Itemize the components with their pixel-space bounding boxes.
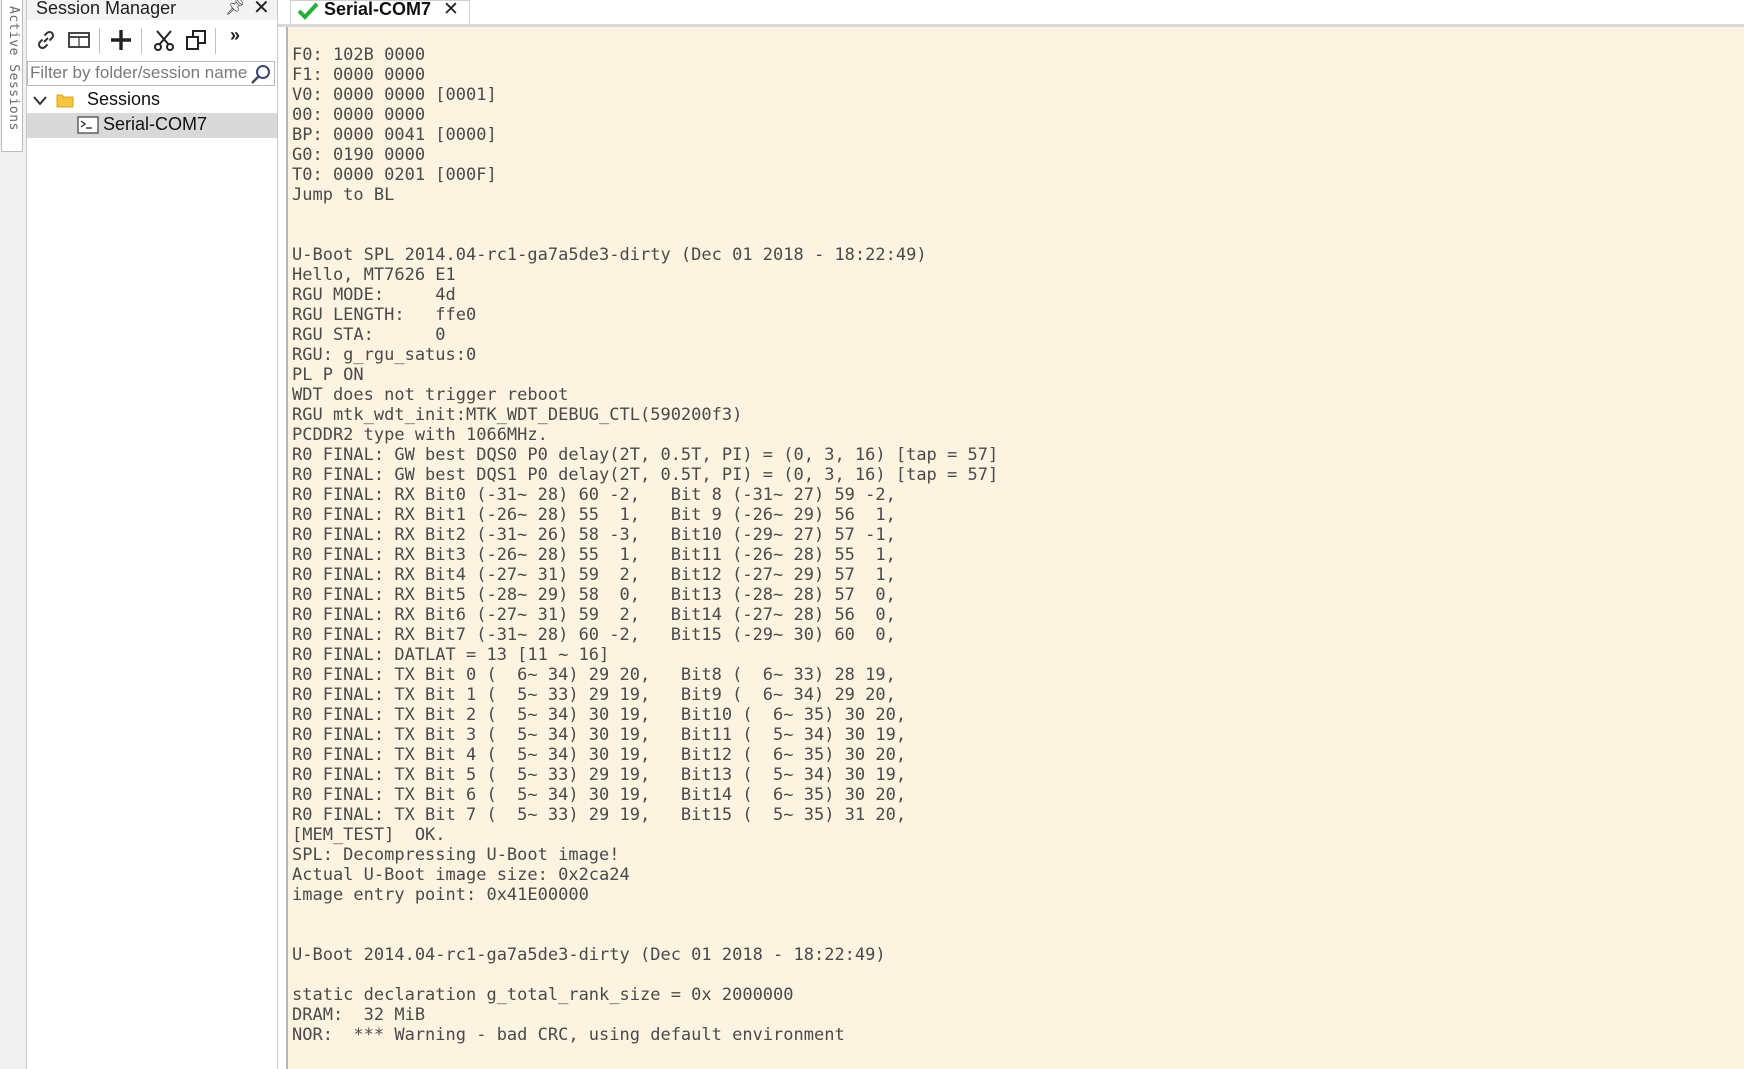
terminal-line: RGU mtk_wdt_init:MTK_WDT_DEBUG_CTL(59020… <box>292 405 743 425</box>
window-icon[interactable] <box>64 25 94 55</box>
terminal-line: image entry point: 0x41E00000 <box>292 885 589 905</box>
terminal-line: static declaration g_total_rank_size = 0… <box>292 985 794 1005</box>
terminal-line: R0 FINAL: RX Bit3 (-26~ 28) 55 1, Bit11 … <box>292 545 896 565</box>
terminal-line: BP: 0000 0041 [0000] <box>292 125 497 145</box>
pin-icon[interactable]: 📌︎ <box>225 0 245 17</box>
terminal-line: SPL: Decompressing U-Boot image! <box>292 845 620 865</box>
terminal-line: R0 FINAL: TX Bit 6 ( 5~ 34) 30 19, Bit14… <box>292 785 907 805</box>
terminal-line: NOR: *** Warning - bad CRC, using defaul… <box>292 1025 845 1045</box>
session-manager-header: Session Manager 📌︎ ✕ <box>27 0 277 20</box>
terminal-line: DRAM: 32 MiB <box>292 1005 426 1025</box>
chevron-down-icon[interactable] <box>33 94 47 112</box>
terminal-line: RGU LENGTH: ffe0 <box>292 305 477 325</box>
terminal-line: Hello, MT7626 E1 <box>292 265 456 285</box>
terminal-line: R0 FINAL: TX Bit 3 ( 5~ 34) 30 19, Bit11… <box>292 725 907 745</box>
active-sessions-strip: Active Sessions <box>0 0 27 1069</box>
link-icon[interactable] <box>31 25 61 55</box>
tab-bar: Serial-COM7 ✕ <box>278 0 1744 24</box>
terminal-line: Jump to BL <box>292 185 395 205</box>
terminal-line: R0 FINAL: GW best DQS0 P0 delay(2T, 0.5T… <box>292 445 999 465</box>
terminal-line: 00: 0000 0000 <box>292 105 426 125</box>
active-sessions-tab[interactable]: Active Sessions <box>1 0 23 152</box>
session-toolbar: » <box>27 20 277 63</box>
session-filter <box>27 61 275 86</box>
tree-folder-label: Sessions <box>87 89 161 109</box>
copy-icon[interactable] <box>181 25 211 55</box>
terminal-line: U-Boot 2014.04-rc1-ga7a5de3-dirty (Dec 0… <box>292 945 886 965</box>
terminal-output[interactable]: F0: 102B 0000 F1: 0000 0000 V0: 0000 000… <box>286 27 1744 1069</box>
tree-session-serial-com7[interactable]: Serial-COM7 <box>27 113 277 138</box>
terminal-line: R0 FINAL: RX Bit6 (-27~ 31) 59 2, Bit14 … <box>292 605 896 625</box>
terminal-line: G0: 0190 0000 <box>292 145 426 165</box>
terminal-line: RGU STA: 0 <box>292 325 446 345</box>
terminal-line: R0 FINAL: TX Bit 5 ( 5~ 33) 29 19, Bit13… <box>292 765 907 785</box>
terminal-line: R0 FINAL: RX Bit5 (-28~ 29) 58 0, Bit13 … <box>292 585 896 605</box>
terminal-line: RGU: g_rgu_satus:0 <box>292 345 477 365</box>
session-manager-panel: Session Manager 📌︎ ✕ » Filter by folder/… <box>27 0 278 1069</box>
terminal-line: R0 FINAL: GW best DQS1 P0 delay(2T, 0.5T… <box>292 465 999 485</box>
tree-folder-sessions[interactable]: Sessions <box>27 88 277 113</box>
terminal-line: U-Boot SPL 2014.04-rc1-ga7a5de3-dirty (D… <box>292 245 927 265</box>
folder-icon <box>56 91 74 114</box>
terminal-line: R0 FINAL: RX Bit7 (-31~ 28) 60 -2, Bit15… <box>292 625 896 645</box>
tab-serial-com7[interactable]: Serial-COM7 ✕ <box>290 0 470 24</box>
terminal-line: R0 FINAL: TX Bit 4 ( 5~ 34) 30 19, Bit12… <box>292 745 907 765</box>
terminal-line: [MEM_TEST] OK. <box>292 825 446 845</box>
terminal-line: T0: 0000 0201 [000F] <box>292 165 497 185</box>
tab-close-icon[interactable]: ✕ <box>443 0 459 21</box>
connected-check-icon <box>297 1 319 26</box>
add-icon[interactable] <box>106 25 136 55</box>
terminal-line: R0 FINAL: TX Bit 7 ( 5~ 33) 29 19, Bit15… <box>292 805 907 825</box>
cut-icon[interactable] <box>149 25 179 55</box>
active-sessions-label: Active Sessions <box>6 6 21 131</box>
more-icon[interactable]: » <box>225 20 245 50</box>
terminal-line: F0: 102B 0000 <box>292 45 426 65</box>
tab-label: Serial-COM7 <box>324 0 432 19</box>
terminal-line: WDT does not trigger reboot <box>292 385 569 405</box>
terminal-line: R0 FINAL: RX Bit4 (-27~ 31) 59 2, Bit12 … <box>292 565 896 585</box>
close-icon[interactable]: ✕ <box>253 0 270 20</box>
toolbar-separator <box>215 28 216 54</box>
terminal-line: Actual U-Boot image size: 0x2ca24 <box>292 865 630 885</box>
terminal-line: R0 FINAL: RX Bit0 (-31~ 28) 60 -2, Bit 8… <box>292 485 896 505</box>
terminal-line: R0 FINAL: TX Bit 2 ( 5~ 34) 30 19, Bit10… <box>292 705 907 725</box>
terminal-line: R0 FINAL: RX Bit1 (-26~ 28) 55 1, Bit 9 … <box>292 505 896 525</box>
terminal-line: PL P ON <box>292 365 364 385</box>
terminal-line: R0 FINAL: DATLAT = 13 [11 ~ 16] <box>292 645 610 665</box>
terminal-icon <box>77 116 99 139</box>
tree-session-label: Serial-COM7 <box>103 114 208 134</box>
terminal-line: R0 FINAL: TX Bit 0 ( 6~ 34) 29 20, Bit8 … <box>292 665 896 685</box>
toolbar-separator <box>141 28 142 54</box>
toolbar-separator <box>99 28 100 54</box>
session-manager-title: Session Manager <box>36 0 177 18</box>
terminal-line: R0 FINAL: TX Bit 1 ( 5~ 33) 29 19, Bit9 … <box>292 685 896 705</box>
terminal-line: F1: 0000 0000 <box>292 65 426 85</box>
filter-input[interactable] <box>30 63 248 83</box>
terminal-line: R0 FINAL: RX Bit2 (-31~ 26) 58 -3, Bit10… <box>292 525 896 545</box>
terminal-text: F0: 102B 0000 F1: 0000 0000 V0: 0000 000… <box>292 45 998 1045</box>
terminal-line: PCDDR2 type with 1066MHz. <box>292 425 548 445</box>
terminal-line: RGU MODE: 4d <box>292 285 456 305</box>
terminal-line: V0: 0000 0000 [0001] <box>292 85 497 105</box>
search-icon[interactable] <box>250 63 272 90</box>
